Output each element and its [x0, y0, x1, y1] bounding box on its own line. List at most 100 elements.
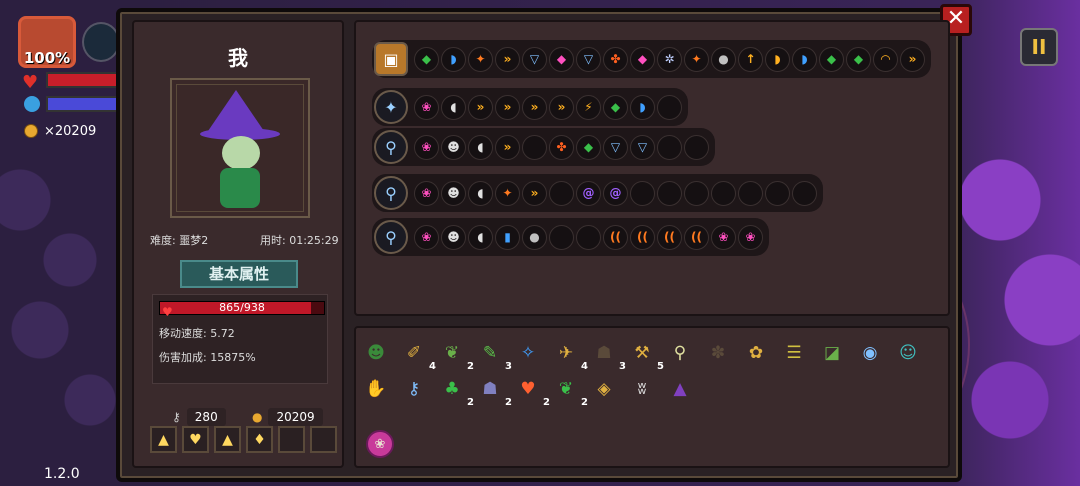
skill-chip[interactable]: ☻ [441, 224, 466, 250]
inventory-item[interactable]: ❦ 2 [552, 374, 588, 408]
skill-chip[interactable]: ❀ [738, 224, 763, 250]
inventory-item[interactable]: ◈ [590, 374, 618, 404]
weapon-icon[interactable]: ✦ [374, 90, 408, 124]
skill-chip[interactable]: ◖ [441, 94, 466, 120]
skill-chip[interactable]: ◗ [441, 46, 466, 72]
empty-skill-slot[interactable] [684, 180, 709, 206]
skill-chip[interactable]: ◗ [792, 46, 817, 72]
empty-skill-slot[interactable] [765, 180, 790, 206]
skill-chip[interactable]: ▽ [522, 46, 547, 72]
inventory-item[interactable]: ◪ [818, 338, 846, 368]
skill-chip[interactable]: (( [630, 224, 655, 250]
skill-chip[interactable]: (( [657, 224, 682, 250]
inventory-item[interactable]: ☗ 2 [476, 374, 512, 408]
inventory-item[interactable]: ☺ [894, 338, 922, 368]
skill-chip[interactable]: » [495, 46, 520, 72]
empty-skill-slot[interactable] [630, 180, 655, 206]
skill-chip[interactable]: ◆ [549, 46, 574, 72]
skill-chip[interactable]: ⚡ [576, 94, 601, 120]
skill-chip[interactable]: ◖ [468, 180, 493, 206]
skill-chip[interactable]: ✦ [468, 46, 493, 72]
inventory-item[interactable]: ♥ 2 [514, 374, 550, 408]
skill-chip[interactable]: ↑ [738, 46, 763, 72]
skill-chip[interactable]: ▽ [630, 134, 655, 160]
skill-chip[interactable]: ❀ [414, 224, 439, 250]
inventory-item[interactable]: ʬ [628, 374, 656, 404]
skill-chip[interactable]: ☻ [441, 180, 466, 206]
potion-slot[interactable]: ♦ [246, 426, 273, 453]
skill-chip[interactable]: ✲ [657, 46, 682, 72]
skill-chip[interactable]: ✤ [549, 134, 574, 160]
skill-chip[interactable]: » [522, 180, 547, 206]
skill-chip[interactable]: (( [684, 224, 709, 250]
empty-skill-slot[interactable] [549, 224, 574, 250]
inventory-item[interactable]: ◉ [856, 338, 884, 368]
empty-skill-slot[interactable] [684, 134, 709, 160]
skill-chip[interactable]: ● [522, 224, 547, 250]
inventory-item[interactable]: ✎ 3 [476, 338, 512, 372]
skill-chip[interactable]: ▽ [603, 134, 628, 160]
skill-chip[interactable]: ● [711, 46, 736, 72]
skill-chip[interactable]: ◖ [468, 224, 493, 250]
inventory-item[interactable]: ▲ [666, 374, 694, 404]
skill-chip[interactable]: ✦ [684, 46, 709, 72]
empty-skill-slot[interactable] [522, 134, 547, 160]
skill-chip[interactable]: ◆ [819, 46, 844, 72]
empty-skill-slot[interactable] [657, 180, 682, 206]
skill-chip[interactable]: ▮ [495, 224, 520, 250]
empty-skill-slot[interactable] [657, 134, 682, 160]
inventory-item[interactable]: ⚒ 5 [628, 338, 664, 372]
potion-slot[interactable] [278, 426, 305, 453]
inventory-item[interactable]: ⚲ [666, 338, 694, 368]
skill-chip[interactable]: ◠ [873, 46, 898, 72]
extra-item-icon[interactable]: ❀ [366, 430, 394, 458]
potion-slot[interactable]: ▲ [214, 426, 241, 453]
potion-slot[interactable] [310, 426, 337, 453]
weapon-icon[interactable]: ⚲ [374, 176, 408, 210]
skill-chip[interactable]: » [495, 94, 520, 120]
inventory-item[interactable]: ☗ 3 [590, 338, 626, 372]
inventory-item[interactable]: ☰ [780, 338, 808, 368]
skill-chip[interactable]: ◖ [468, 134, 493, 160]
potion-slot[interactable]: ♥ [182, 426, 209, 453]
skill-chip[interactable]: » [900, 46, 925, 72]
empty-skill-slot[interactable] [792, 180, 817, 206]
empty-skill-slot[interactable] [738, 180, 763, 206]
inventory-item[interactable]: ✽ [704, 338, 732, 368]
skill-chip[interactable]: ◗ [630, 94, 655, 120]
skill-chip[interactable]: ◆ [846, 46, 871, 72]
inventory-item[interactable]: ✈ 4 [552, 338, 588, 372]
skill-chip[interactable]: ☻ [441, 134, 466, 160]
skill-chip[interactable]: ▽ [576, 46, 601, 72]
inventory-item[interactable]: ☻ [362, 338, 390, 368]
skill-chip[interactable]: @ [603, 180, 628, 206]
skill-chip[interactable]: ◗ [765, 46, 790, 72]
weapon-icon[interactable]: ⚲ [374, 130, 408, 164]
skill-chip[interactable]: ◆ [414, 46, 439, 72]
skill-chip[interactable]: » [495, 134, 520, 160]
skill-chip[interactable]: » [549, 94, 574, 120]
skill-chip[interactable]: ❀ [711, 224, 736, 250]
inventory-item[interactable]: ✧ [514, 338, 542, 368]
empty-skill-slot[interactable] [711, 180, 736, 206]
inventory-item[interactable]: ❦ 2 [438, 338, 474, 372]
skill-chip[interactable]: ◆ [603, 94, 628, 120]
skill-chip[interactable]: » [468, 94, 493, 120]
skill-chip[interactable]: (( [603, 224, 628, 250]
skill-chip[interactable]: ❀ [414, 94, 439, 120]
empty-skill-slot[interactable] [657, 94, 682, 120]
skill-chip[interactable]: @ [576, 180, 601, 206]
potion-slot[interactable]: ▲ [150, 426, 177, 453]
skill-chip[interactable]: ✦ [495, 180, 520, 206]
backpack-icon[interactable]: ▣ [374, 42, 408, 76]
inventory-item[interactable]: ⚷ [400, 374, 428, 404]
pause-button[interactable]: II [1020, 28, 1058, 66]
empty-skill-slot[interactable] [576, 224, 601, 250]
inventory-item[interactable]: ✋ [362, 374, 390, 404]
weapon-icon[interactable]: ⚲ [374, 220, 408, 254]
skill-chip[interactable]: ◆ [576, 134, 601, 160]
empty-skill-slot[interactable] [549, 180, 574, 206]
skill-chip[interactable]: ✤ [603, 46, 628, 72]
skill-chip[interactable]: ❀ [414, 180, 439, 206]
inventory-item[interactable]: ✿ [742, 338, 770, 368]
